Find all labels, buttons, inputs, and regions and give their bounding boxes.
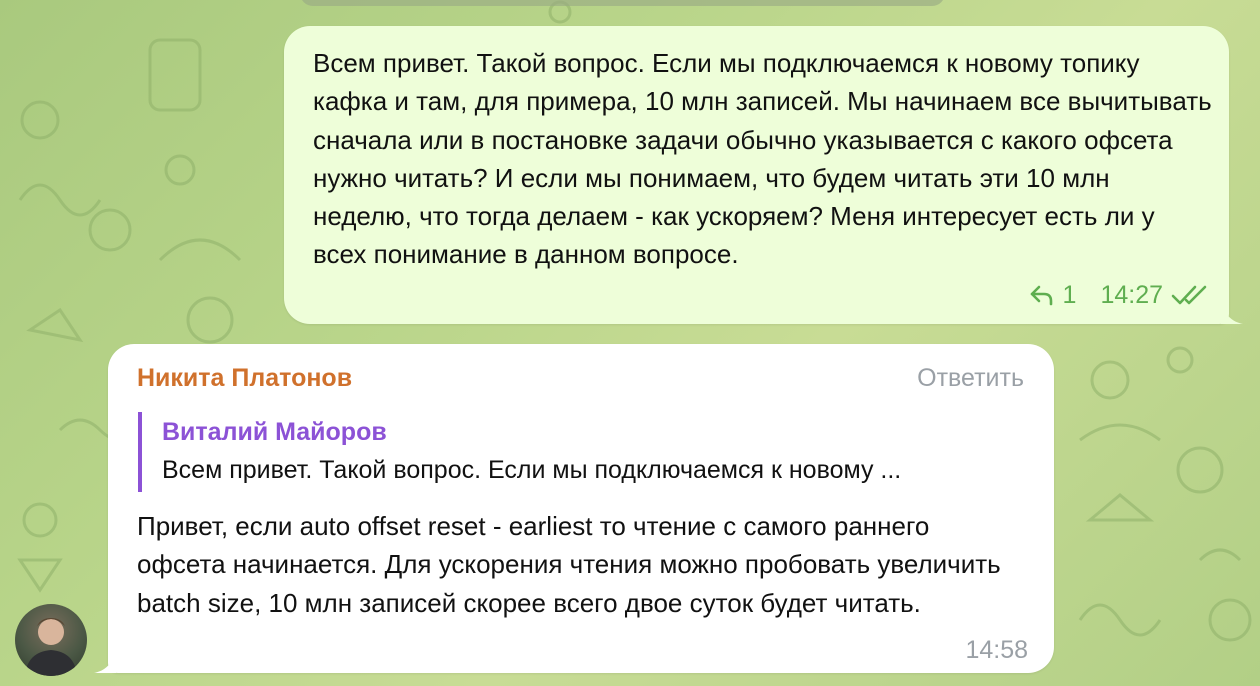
message-time: 14:58 [965,636,1028,664]
double-check-icon [1171,284,1211,306]
message-text: Привет, если auto offset reset - earlies… [137,511,1001,618]
outgoing-message-bubble[interactable]: Всем привет. Такой вопрос. Если мы подкл… [284,26,1229,324]
quoted-message[interactable]: Виталий Майоров Всем привет. Такой вопро… [138,412,1026,492]
incoming-message-bubble[interactable]: Никита Платонов Ответить Виталий Майоров… [108,344,1054,673]
previous-message-edge [300,0,945,6]
quote-text: Всем привет. Такой вопрос. Если мы подкл… [162,456,902,484]
message-meta: 1 14:27 [1029,278,1211,312]
reply-count[interactable]: 1 [1063,281,1077,310]
message-text: Всем привет. Такой вопрос. Если мы подкл… [313,48,1212,270]
avatar[interactable] [15,604,87,676]
bubble-tail [94,651,116,673]
message-time: 14:27 [1100,280,1163,309]
sender-name[interactable]: Никита Платонов [137,364,352,393]
bubble-tail [1221,302,1243,324]
quote-author: Виталий Майоров [162,418,387,446]
reply-arrow-icon[interactable] [1029,284,1055,306]
reply-button[interactable]: Ответить [917,364,1024,393]
